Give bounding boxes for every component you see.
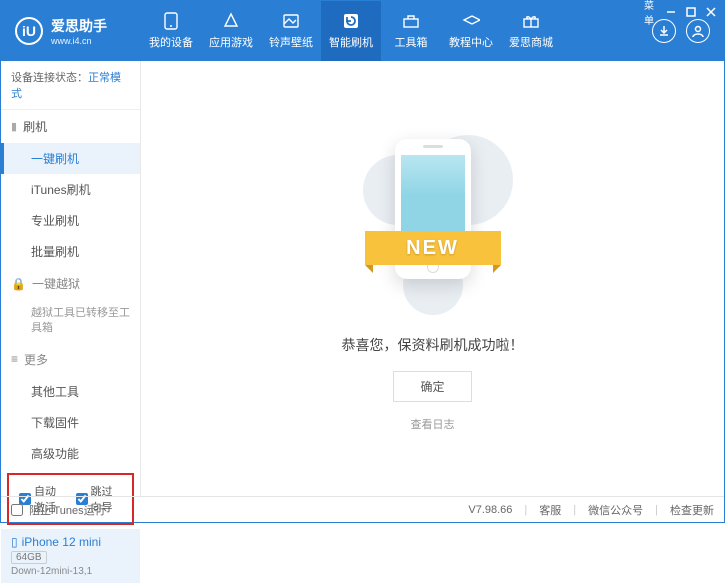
app-window: 菜单 iU 爱思助手 www.i4.cn 我的设备 应用游戏 铃声壁纸 bbox=[0, 0, 725, 523]
nav: 我的设备 应用游戏 铃声壁纸 智能刷机 工具箱 教程中心 bbox=[141, 1, 652, 61]
wallpaper-icon bbox=[282, 12, 300, 30]
sidebar-item-pro[interactable]: 专业刷机 bbox=[1, 205, 140, 236]
sidebar-item-batch[interactable]: 批量刷机 bbox=[1, 236, 140, 267]
group-label: 更多 bbox=[24, 351, 48, 368]
sidebar-item-oneclick[interactable]: 一键刷机 bbox=[1, 143, 140, 174]
view-log-link[interactable]: 查看日志 bbox=[411, 416, 455, 432]
wechat-link[interactable]: 微信公众号 bbox=[588, 502, 643, 518]
logo-url: www.i4.cn bbox=[51, 36, 107, 46]
nav-flash[interactable]: 智能刷机 bbox=[321, 1, 381, 61]
more-icon: ≡ bbox=[11, 352, 18, 366]
nav-toolbox[interactable]: 工具箱 bbox=[381, 1, 441, 61]
apps-icon bbox=[222, 12, 240, 30]
sidebar-item-advanced[interactable]: 高级功能 bbox=[1, 438, 140, 469]
nav-apps[interactable]: 应用游戏 bbox=[201, 1, 261, 61]
nav-label: 教程中心 bbox=[449, 34, 493, 50]
logo-title: 爱思助手 bbox=[51, 16, 107, 36]
grad-cap-icon bbox=[462, 12, 480, 30]
success-illustration: NEW bbox=[373, 125, 493, 305]
nav-label: 工具箱 bbox=[395, 34, 428, 50]
gift-icon bbox=[522, 12, 540, 30]
sidebar-group-flash[interactable]: ▮ 刷机 bbox=[1, 110, 140, 143]
sidebar-item-itunes[interactable]: iTunes刷机 bbox=[1, 174, 140, 205]
device-name: ▯ iPhone 12 mini bbox=[11, 535, 130, 549]
connection-status: 设备连接状态：正常模式 bbox=[1, 61, 140, 110]
new-ribbon: NEW bbox=[365, 231, 501, 265]
block-itunes-checkbox[interactable]: 阻止iTunes运行 bbox=[11, 502, 106, 518]
nav-store[interactable]: 爱思商城 bbox=[501, 1, 561, 61]
sidebar-item-othertools[interactable]: 其他工具 bbox=[1, 376, 140, 407]
nav-label: 智能刷机 bbox=[329, 34, 373, 50]
group-label: 刷机 bbox=[23, 118, 47, 135]
refresh-icon bbox=[342, 12, 360, 30]
nav-ringtone[interactable]: 铃声壁纸 bbox=[261, 1, 321, 61]
confirm-button[interactable]: 确定 bbox=[393, 371, 471, 402]
header: 菜单 iU 爱思助手 www.i4.cn 我的设备 应用游戏 铃声壁纸 bbox=[1, 1, 724, 61]
nav-label: 爱思商城 bbox=[509, 34, 553, 50]
device-block[interactable]: ▯ iPhone 12 mini 64GB Down-12mini-13,1 bbox=[1, 529, 140, 583]
sidebar-group-more[interactable]: ≡ 更多 bbox=[1, 343, 140, 376]
service-link[interactable]: 客服 bbox=[539, 502, 561, 518]
footer: 阻止iTunes运行 V7.98.66 | 客服 | 微信公众号 | 检查更新 bbox=[1, 496, 724, 522]
close-icon[interactable] bbox=[704, 5, 718, 19]
nav-label: 我的设备 bbox=[149, 34, 193, 50]
logo-icon: iU bbox=[15, 17, 43, 45]
title-controls: 菜单 bbox=[644, 5, 718, 19]
nav-my-device[interactable]: 我的设备 bbox=[141, 1, 201, 61]
sidebar-group-jailbreak: 🔒 一键越狱 bbox=[1, 267, 140, 300]
menu-button[interactable]: 菜单 bbox=[644, 5, 658, 19]
maximize-icon[interactable] bbox=[684, 5, 698, 19]
jailbreak-note: 越狱工具已转移至工具箱 bbox=[1, 300, 140, 343]
conn-status-label: 设备连接状态： bbox=[11, 72, 88, 84]
body: 设备连接状态：正常模式 ▮ 刷机 一键刷机 iTunes刷机 专业刷机 批量刷机… bbox=[1, 61, 724, 496]
nav-label: 应用游戏 bbox=[209, 34, 253, 50]
phone-small-icon: ▮ bbox=[11, 120, 17, 133]
phone-icon bbox=[162, 12, 180, 30]
nav-tutorial[interactable]: 教程中心 bbox=[441, 1, 501, 61]
footer-right: V7.98.66 | 客服 | 微信公众号 | 检查更新 bbox=[468, 502, 714, 518]
toolbox-icon bbox=[402, 12, 420, 30]
user-button[interactable] bbox=[686, 19, 710, 43]
device-capacity: 64GB bbox=[11, 551, 47, 564]
check-update-link[interactable]: 检查更新 bbox=[670, 502, 714, 518]
lock-icon: 🔒 bbox=[11, 277, 26, 291]
device-sub: Down-12mini-13,1 bbox=[11, 566, 130, 577]
logo: iU 爱思助手 www.i4.cn bbox=[1, 16, 141, 46]
success-message: 恭喜您，保资料刷机成功啦！ bbox=[342, 335, 524, 355]
device-phone-icon: ▯ bbox=[11, 535, 18, 549]
main-content: NEW 恭喜您，保资料刷机成功啦！ 确定 查看日志 bbox=[141, 61, 724, 496]
nav-label: 铃声壁纸 bbox=[269, 34, 313, 50]
block-itunes-label: 阻止iTunes运行 bbox=[29, 502, 106, 518]
sidebar: 设备连接状态：正常模式 ▮ 刷机 一键刷机 iTunes刷机 专业刷机 批量刷机… bbox=[1, 61, 141, 496]
header-right bbox=[652, 19, 724, 43]
version-label: V7.98.66 bbox=[468, 504, 512, 516]
group-label: 一键越狱 bbox=[32, 275, 80, 292]
minimize-icon[interactable] bbox=[664, 5, 678, 19]
sidebar-item-download-fw[interactable]: 下载固件 bbox=[1, 407, 140, 438]
